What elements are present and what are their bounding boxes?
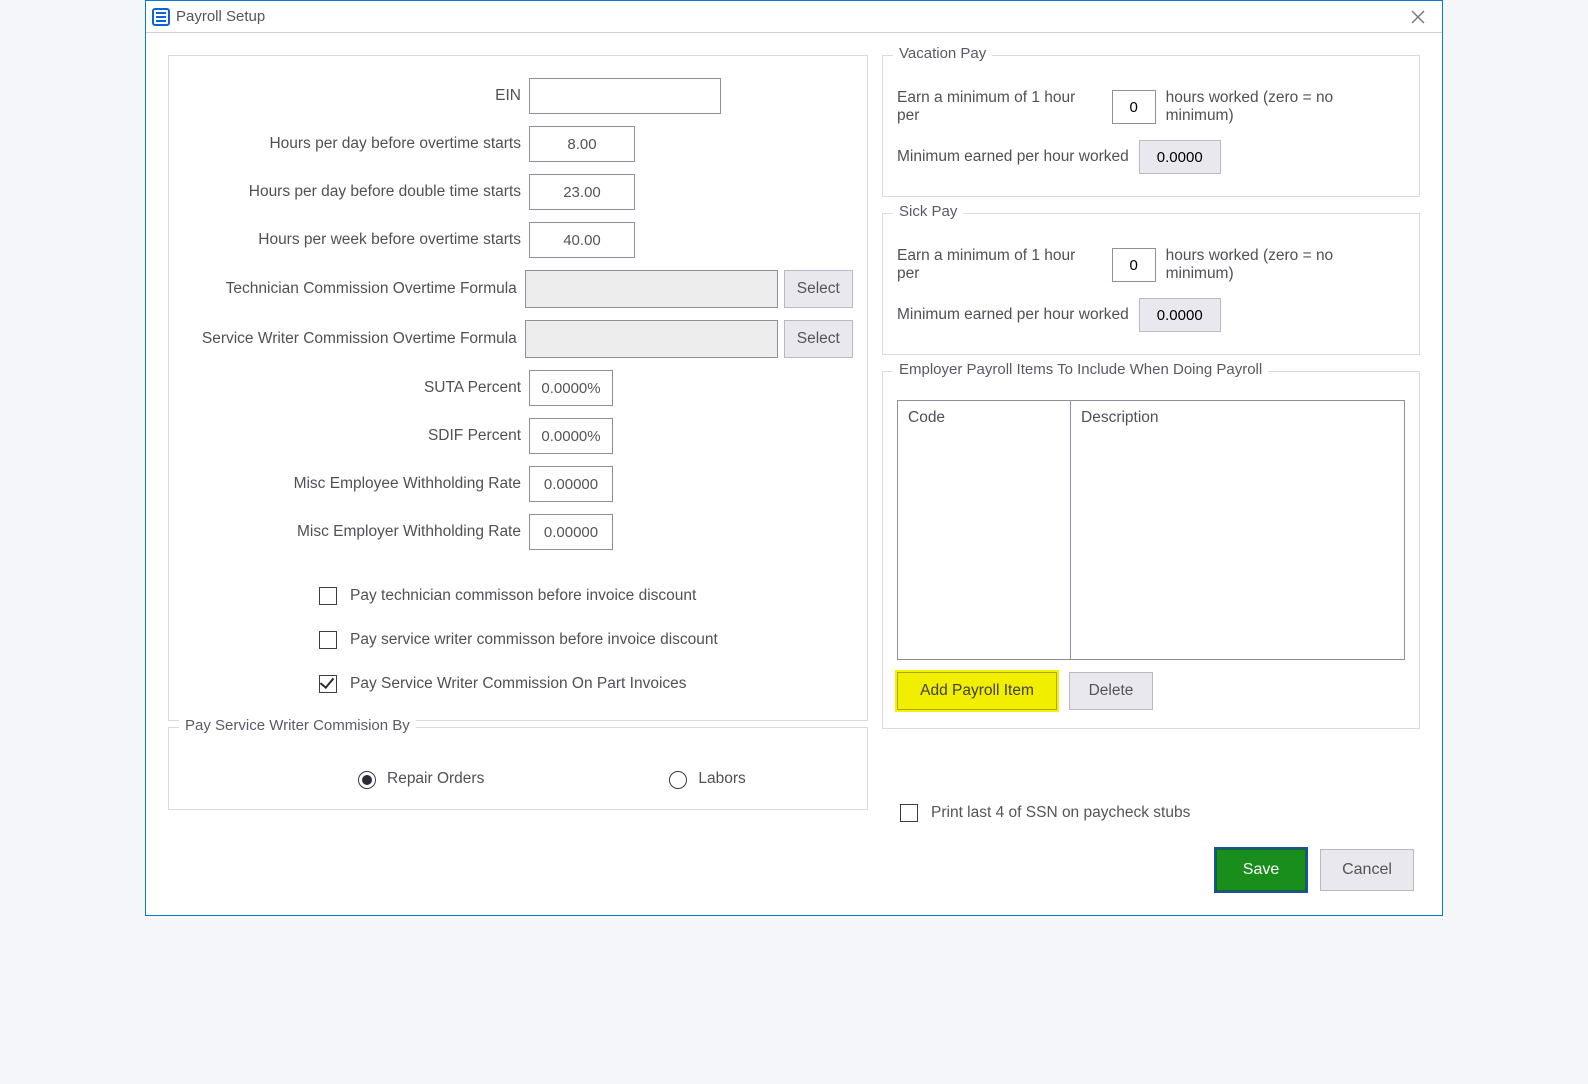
vacation-min-post: hours worked (zero = no minimum) — [1166, 89, 1405, 125]
payroll-setup-window: Payroll Setup EIN Hours per day before o… — [145, 0, 1443, 916]
col-code: Code — [898, 401, 1070, 659]
vacation-min-pre: Earn a minimum of 1 hour per — [897, 89, 1102, 125]
window-title: Payroll Setup — [176, 8, 265, 25]
misc-er-wh-input[interactable] — [529, 514, 613, 550]
tech-formula-label: Technician Commission Overtime Formula — [183, 280, 525, 298]
misc-emp-wh-label: Misc Employee Withholding Rate — [183, 475, 529, 493]
pay-sw-part-commission-checkbox[interactable] — [319, 675, 337, 693]
pay-tech-commission-label: Pay technician commisson before invoice … — [350, 587, 696, 605]
hpd-ot-label: Hours per day before overtime starts — [183, 135, 529, 153]
vacation-earned-input[interactable] — [1139, 140, 1221, 174]
repair-orders-radio-item[interactable]: Repair Orders — [353, 768, 484, 789]
employer-payroll-items-group: Employer Payroll Items To Include When D… — [882, 371, 1420, 729]
sw-formula-select-button[interactable]: Select — [784, 320, 853, 358]
payroll-items-table[interactable]: Code Description — [897, 400, 1405, 660]
col-description: Description — [1070, 401, 1404, 659]
title-bar: Payroll Setup — [146, 1, 1442, 33]
repair-orders-radio[interactable] — [358, 771, 376, 789]
sick-min-post: hours worked (zero = no minimum) — [1166, 247, 1405, 283]
pay-tech-commission-checkbox[interactable] — [319, 587, 337, 605]
sick-pay-group: Sick Pay Earn a minimum of 1 hour per ho… — [882, 213, 1420, 355]
hpd-dt-label: Hours per day before double time starts — [183, 183, 529, 201]
tech-formula-input — [525, 270, 778, 308]
labors-radio-item[interactable]: Labors — [664, 768, 745, 789]
sdif-label: SDIF Percent — [183, 427, 529, 445]
close-button[interactable] — [1402, 7, 1434, 27]
hpw-ot-input[interactable] — [529, 222, 635, 258]
pay-sw-part-commission-label: Pay Service Writer Commission On Part In… — [350, 675, 687, 693]
print-ssn-checkbox[interactable] — [900, 804, 918, 822]
sick-min-pre: Earn a minimum of 1 hour per — [897, 247, 1102, 283]
footer: Save Cancel — [168, 825, 1420, 893]
sick-earned-input[interactable] — [1139, 298, 1221, 332]
hpd-dt-input[interactable] — [529, 174, 635, 210]
items-legend: Employer Payroll Items To Include When D… — [893, 361, 1268, 378]
save-button[interactable]: Save — [1216, 849, 1306, 891]
sick-min-hours-input[interactable] — [1112, 248, 1156, 282]
ein-input[interactable] — [529, 78, 721, 114]
general-settings-group: EIN Hours per day before overtime starts… — [168, 55, 868, 721]
vacation-min-hours-input[interactable] — [1112, 90, 1156, 124]
cancel-button[interactable]: Cancel — [1320, 849, 1414, 891]
add-payroll-item-button[interactable]: Add Payroll Item — [897, 672, 1057, 710]
right-column: Vacation Pay Earn a minimum of 1 hour pe… — [882, 55, 1420, 825]
tech-formula-select-button[interactable]: Select — [784, 270, 853, 308]
print-ssn-label: Print last 4 of SSN on paycheck stubs — [931, 804, 1190, 822]
sick-earned-label: Minimum earned per hour worked — [897, 306, 1129, 324]
pay-sw-commission-checkbox[interactable] — [319, 631, 337, 649]
labors-label: Labors — [698, 770, 745, 788]
vacation-legend: Vacation Pay — [893, 45, 992, 62]
vacation-pay-group: Vacation Pay Earn a minimum of 1 hour pe… — [882, 55, 1420, 197]
delete-payroll-item-button[interactable]: Delete — [1069, 672, 1153, 710]
vacation-earned-label: Minimum earned per hour worked — [897, 148, 1129, 166]
pay-sw-commission-by-group: Pay Service Writer Commision By Repair O… — [168, 727, 868, 810]
labors-radio[interactable] — [669, 771, 687, 789]
misc-emp-wh-input[interactable] — [529, 466, 613, 502]
print-ssn-row: Print last 4 of SSN on paycheck stubs — [882, 801, 1420, 825]
sw-formula-label: Service Writer Commission Overtime Formu… — [183, 330, 525, 348]
misc-er-wh-label: Misc Employer Withholding Rate — [183, 523, 529, 541]
app-icon — [152, 8, 170, 26]
hpd-ot-input[interactable] — [529, 126, 635, 162]
close-icon — [1411, 10, 1425, 24]
sdif-input[interactable] — [529, 418, 613, 454]
pay-by-legend: Pay Service Writer Commision By — [179, 717, 416, 734]
ein-label: EIN — [183, 87, 529, 105]
sw-formula-input — [525, 320, 778, 358]
client-area: EIN Hours per day before overtime starts… — [146, 33, 1442, 915]
left-column: EIN Hours per day before overtime starts… — [168, 55, 868, 816]
repair-orders-label: Repair Orders — [387, 770, 484, 788]
suta-label: SUTA Percent — [183, 379, 529, 397]
hpw-ot-label: Hours per week before overtime starts — [183, 231, 529, 249]
sick-legend: Sick Pay — [893, 203, 963, 220]
pay-sw-commission-label: Pay service writer commisson before invo… — [350, 631, 718, 649]
suta-input[interactable] — [529, 370, 613, 406]
